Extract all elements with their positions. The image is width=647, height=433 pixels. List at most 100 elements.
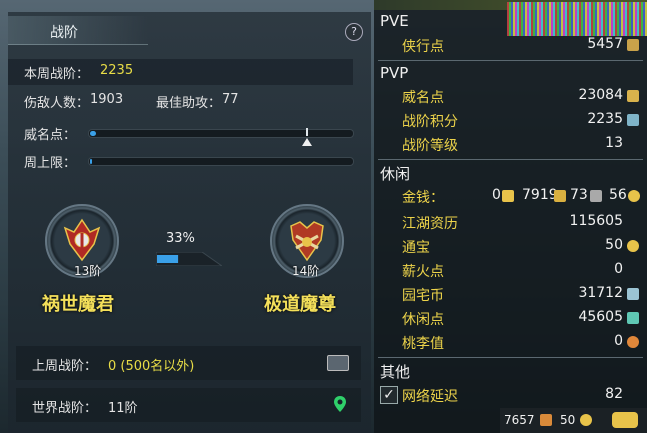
current-tier-level: 13阶: [74, 264, 102, 278]
gold-ingot-icon: [502, 190, 514, 202]
copper-ingot-icon: [590, 190, 602, 202]
world-rank-value: 11阶: [108, 401, 138, 416]
rainbow-overlay: [507, 2, 647, 36]
bottom-right-value: 50: [560, 413, 576, 427]
money-coin-value: 56: [609, 187, 627, 203]
leisure-row-firewood: 薪火点 0: [374, 258, 647, 282]
world-rank-row: 世界战阶： 11阶: [16, 388, 361, 422]
coin-icon: [628, 190, 640, 202]
peach-icon: [627, 336, 639, 348]
divider: [378, 60, 643, 61]
money-copper-value: 73: [570, 187, 588, 203]
pvp-title: PVP: [380, 64, 409, 82]
weekly-cap-bar: [88, 157, 354, 166]
rank-header: 战阶 ?: [8, 12, 371, 48]
leaf-icon: [627, 312, 639, 324]
leisure-title: 休闲: [380, 165, 411, 183]
next-tier-level: 14阶: [292, 264, 320, 278]
tongbao-value: 50: [605, 237, 623, 253]
bottom-left-value: 7657: [504, 413, 535, 427]
this-week-value: 2235: [100, 63, 134, 78]
tongbao-label: 通宝: [402, 240, 430, 256]
rank-points-label: 战阶积分: [402, 114, 458, 130]
location-pin-icon[interactable]: [333, 395, 347, 413]
xiaxing-label: 侠行点: [402, 39, 444, 55]
this-week-label: 本周战阶：: [24, 67, 90, 82]
pve-title: PVE: [380, 12, 409, 30]
tongbao-coin-icon: [580, 414, 592, 426]
garden-coin-icon: [627, 288, 639, 300]
kills-value: 1903: [90, 92, 124, 107]
header-tab: [8, 16, 148, 45]
tier-progress-bar: [156, 252, 222, 266]
seniority-value: 115605: [569, 213, 623, 229]
prestige-bar-marker: [302, 138, 312, 146]
world-rank-label: 世界战阶：: [32, 401, 98, 416]
sword-icon: [627, 39, 639, 51]
demon-emblem-icon: [63, 218, 101, 262]
tier-progress-percent: 33%: [166, 231, 195, 246]
scroll-icon: [540, 414, 552, 426]
tongbao-coin-icon: [627, 240, 639, 252]
kills-label: 伤敌人数：: [24, 96, 90, 111]
help-icon[interactable]: ?: [345, 23, 363, 41]
latency-value: 82: [605, 386, 623, 402]
leisure-row-taoli: 桃李值 0: [374, 330, 647, 354]
rank-panel: 战阶 ? 本周战阶： 2235 伤敌人数： 1903 最佳助攻： 77 威名点：…: [8, 12, 371, 433]
money-row: 金钱： 0 7919 73 56: [374, 184, 647, 208]
firewood-label: 薪火点: [402, 264, 444, 280]
bottom-currency-bar: 7657 50: [500, 408, 647, 433]
weekly-cap-bar-fill: [90, 159, 92, 164]
prestige-bar: [88, 129, 354, 138]
latency-label: 网络延迟: [402, 389, 458, 405]
leisure-row-points: 休闲点 45605: [374, 306, 647, 330]
gold-ingot-shop-icon[interactable]: [612, 412, 638, 428]
leisure-row-garden: 园宅币 31712: [374, 282, 647, 306]
rank-points-value: 2235: [587, 111, 623, 127]
rank-level-label: 战阶等级: [402, 138, 458, 154]
silver-ingot-icon: [554, 190, 566, 202]
prestige-stat-label: 威名点: [402, 90, 444, 106]
money-label: 金钱：: [402, 190, 444, 206]
next-tier-name: 极道魔尊: [264, 294, 336, 315]
rank-title: 战阶: [50, 25, 78, 41]
firewood-value: 0: [614, 261, 623, 277]
current-tier-name: 祸世魔君: [42, 294, 114, 315]
taoli-value: 0: [614, 333, 623, 349]
taoli-label: 桃李值: [402, 336, 444, 352]
seniority-label: 江湖资历: [402, 216, 458, 232]
tier-progress-fill: [157, 255, 179, 263]
last-week-rank-row: 上周战阶： 0 (500名以外): [16, 346, 361, 380]
assists-label: 最佳助攻：: [156, 96, 222, 111]
combat-stats-row: 伤敌人数： 1903 最佳助攻： 77: [8, 88, 353, 114]
pvp-row-points: 战阶积分 2235: [374, 108, 647, 132]
other-title: 其他: [380, 363, 411, 381]
pve-row-xiaxing: 侠行点 5457: [374, 33, 647, 57]
divider: [378, 159, 643, 160]
prestige-icon: [627, 90, 639, 102]
crystal-icon: [627, 114, 639, 126]
this-week-rank-row: 本周战阶： 2235: [8, 59, 353, 85]
last-week-value: 0 (500名以外): [108, 359, 195, 374]
reward-chest-icon[interactable]: [327, 355, 349, 371]
latency-row: ✓ 网络延迟 82: [374, 383, 647, 407]
prestige-stat-value: 23084: [578, 87, 623, 103]
leisure-points-label: 休闲点: [402, 312, 444, 328]
divider: [378, 357, 643, 358]
leisure-points-value: 45605: [578, 309, 623, 325]
rank-level-value: 13: [605, 135, 623, 151]
prestige-label: 威名点：: [24, 128, 77, 143]
pvp-row-level: 战阶等级 13: [374, 132, 647, 156]
money-silver-value: 7919: [522, 187, 558, 203]
latency-checkbox[interactable]: ✓: [380, 386, 398, 404]
leisure-row-tongbao: 通宝 50: [374, 234, 647, 258]
xiaxing-value: 5457: [587, 36, 623, 52]
leisure-row-seniority: 江湖资历 115605: [374, 210, 647, 234]
garden-coin-value: 31712: [578, 285, 623, 301]
stats-panel: PVE 侠行点 5457 PVP 威名点 23084 战阶积分 2235 战阶等…: [374, 0, 647, 433]
weekly-cap-label: 周上限：: [24, 156, 77, 171]
pvp-row-prestige: 威名点 23084: [374, 84, 647, 108]
last-week-label: 上周战阶：: [32, 359, 98, 374]
prestige-bar-fill: [90, 131, 96, 136]
assists-value: 77: [222, 92, 239, 107]
